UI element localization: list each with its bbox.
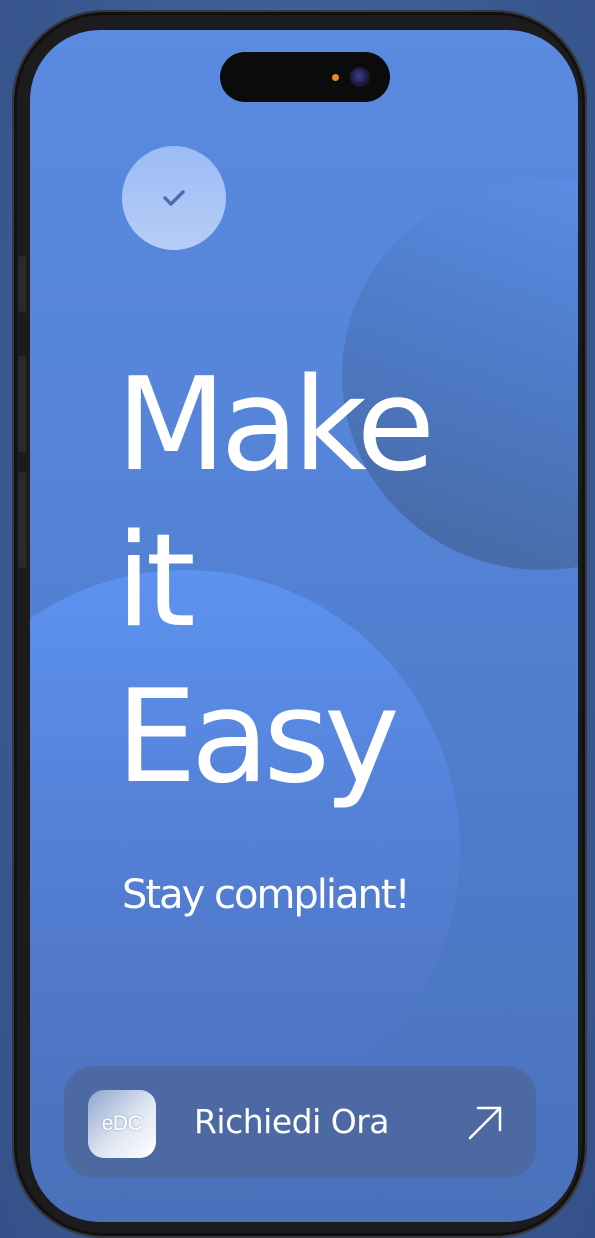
front-camera-icon bbox=[350, 67, 370, 87]
request-now-label: Richiedi Ora bbox=[194, 1102, 390, 1141]
phone-screen: Make it Easy Stay compliant! eDC Richied… bbox=[30, 30, 578, 1222]
check-badge bbox=[122, 146, 226, 250]
check-icon bbox=[163, 190, 185, 206]
headline-line-1: Make bbox=[116, 351, 435, 500]
arrow-up-right-icon bbox=[468, 1106, 502, 1140]
headline: Make it Easy bbox=[116, 348, 435, 816]
privacy-indicator bbox=[332, 74, 339, 81]
dynamic-island bbox=[220, 52, 390, 102]
edc-logo: eDC bbox=[88, 1090, 156, 1158]
action-button bbox=[18, 256, 26, 312]
volume-down-button bbox=[18, 472, 26, 568]
headline-line-2: it bbox=[116, 507, 196, 656]
headline-line-3: Easy bbox=[116, 663, 400, 812]
subtitle: Stay compliant! bbox=[122, 872, 411, 918]
request-now-button[interactable]: eDC Richiedi Ora bbox=[64, 1066, 536, 1178]
volume-up-button bbox=[18, 356, 26, 452]
